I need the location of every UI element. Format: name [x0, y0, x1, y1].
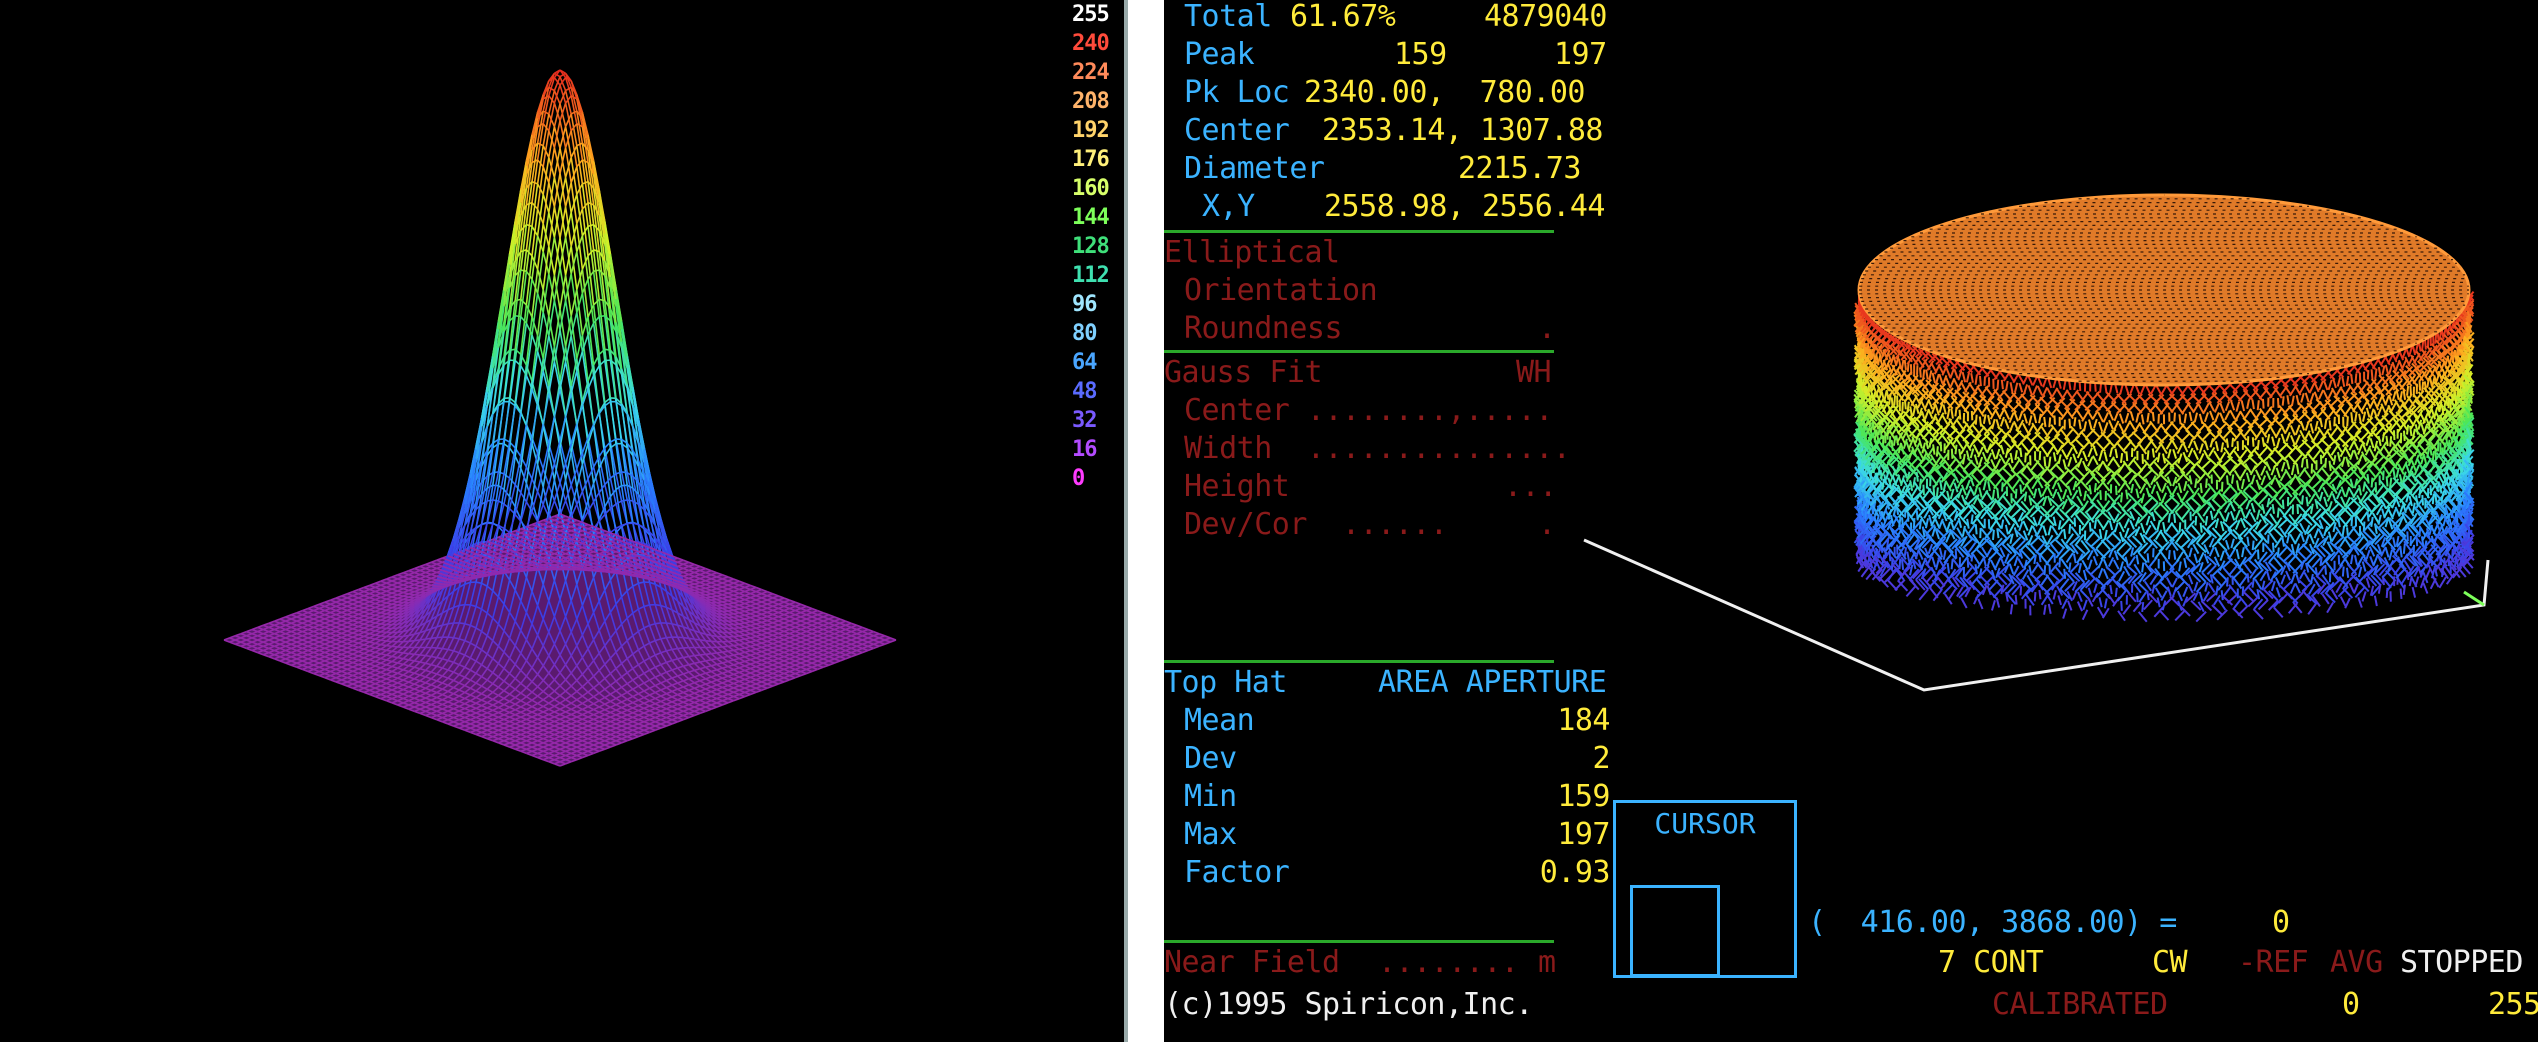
pkloc-value: 2340.00, 780.00: [1304, 75, 1585, 110]
copyright: (c)1995 Spiricon,Inc.: [1164, 987, 1533, 1022]
roundness-dot: .: [1538, 311, 1556, 346]
divider-2: [1164, 350, 1554, 353]
cursor-readout-value: 0: [2272, 905, 2290, 940]
scale-label: 16: [1072, 437, 1097, 462]
status-cont[interactable]: 7 CONT: [1938, 946, 2044, 980]
status-cw[interactable]: CW: [2152, 946, 2188, 980]
orientation-label: Orientation: [1184, 273, 1378, 308]
scale-label: 176: [1072, 147, 1110, 172]
gauss-center: Center ........,.....: [1184, 393, 1553, 428]
elliptical-title: Elliptical: [1164, 235, 1340, 270]
scale-label: 32: [1072, 408, 1097, 433]
tophat-title: Top Hat: [1164, 665, 1287, 700]
tophat-factor-value: 0.93: [1539, 855, 1611, 890]
cursor-inner-box[interactable]: [1630, 885, 1720, 977]
analysis-panel[interactable]: Total 61.67% 4879040 Peak 159 197 Pk Loc…: [1164, 0, 2538, 1042]
nearfield-dots: ........: [1378, 945, 1519, 980]
status-max: 255: [2488, 987, 2538, 1022]
status-min: 0: [2342, 987, 2360, 1022]
tophat-min-value: 159: [1557, 779, 1610, 814]
peak-b: 197: [1554, 37, 1607, 72]
gaussian-3d-plot: [223, 69, 897, 767]
scale-label: 48: [1072, 379, 1097, 404]
center-value: 2353.14, 1307.88: [1322, 113, 1603, 148]
gauss-wh: WH: [1516, 355, 1552, 390]
total-value: 4879040: [1484, 0, 1607, 34]
gauss-devcor: Dev/Cor ......: [1184, 507, 1448, 542]
diameter-value: 2215.73: [1458, 151, 1581, 186]
tophat-max-value: 197: [1557, 817, 1610, 852]
divider-4: [1164, 940, 1554, 943]
gaussian-3d-view[interactable]: 255 240 224 208 192 176 160 144 128 112 96 80 64 48 32…: [0, 0, 1128, 1042]
scale-label: 208: [1072, 89, 1110, 114]
scale-label: 0: [1072, 466, 1085, 491]
gauss-width: Width ...............: [1184, 431, 1571, 466]
peak-a: 159: [1394, 37, 1447, 72]
total-percent: 61.67%: [1290, 0, 1396, 34]
divider-3: [1164, 660, 1554, 663]
status-avg[interactable]: AVG: [2330, 946, 2383, 980]
scale-label: 144: [1072, 205, 1110, 230]
cursor-box[interactable]: CURSOR: [1613, 800, 1797, 978]
scale-label: 80: [1072, 321, 1097, 346]
status-calibrated: CALIBRATED: [1992, 987, 2168, 1022]
scale-label: 64: [1072, 350, 1097, 375]
scale-label: 112: [1072, 263, 1110, 288]
tophat-mean-value: 184: [1557, 703, 1610, 738]
tophat-mode[interactable]: AREA APERTURE: [1378, 666, 1607, 700]
tophat-dev-value: 2: [1592, 741, 1610, 776]
panel-divider: [1128, 0, 1164, 1042]
gauss-height: Height: [1184, 469, 1290, 504]
xy-label: X,Y: [1202, 189, 1255, 224]
scale-label: 128: [1072, 234, 1110, 259]
scale-label: 192: [1072, 118, 1110, 143]
diameter-label: Diameter: [1184, 151, 1325, 186]
cursor-label: CURSOR: [1654, 807, 1756, 840]
scale-label: 160: [1072, 176, 1110, 201]
status-ref[interactable]: -REF: [2238, 946, 2309, 980]
center-label: Center: [1184, 113, 1290, 148]
nearfield-m: m: [1538, 945, 1556, 980]
cursor-readout: ( 416.00, 3868.00) =: [1808, 905, 2177, 940]
scale-label: 255: [1072, 2, 1110, 27]
scale-label: 240: [1072, 31, 1110, 56]
peak-label: Peak: [1184, 37, 1255, 72]
status-stopped[interactable]: STOPPED: [2400, 946, 2523, 980]
nearfield-label: Near Field: [1164, 945, 1340, 980]
scale-label: 96: [1072, 292, 1097, 317]
divider-1: [1164, 230, 1554, 233]
gauss-title: Gauss Fit: [1164, 355, 1323, 390]
scale-label: 224: [1072, 60, 1110, 85]
roundness-label: Roundness: [1184, 311, 1343, 346]
gauss-height-dots: ...: [1504, 469, 1557, 504]
gauss-devcor-dot: .: [1538, 507, 1556, 542]
xy-value: 2558.98, 2556.44: [1324, 189, 1605, 224]
pkloc-label: Pk Loc: [1184, 75, 1290, 110]
total-label: Total: [1184, 0, 1272, 34]
